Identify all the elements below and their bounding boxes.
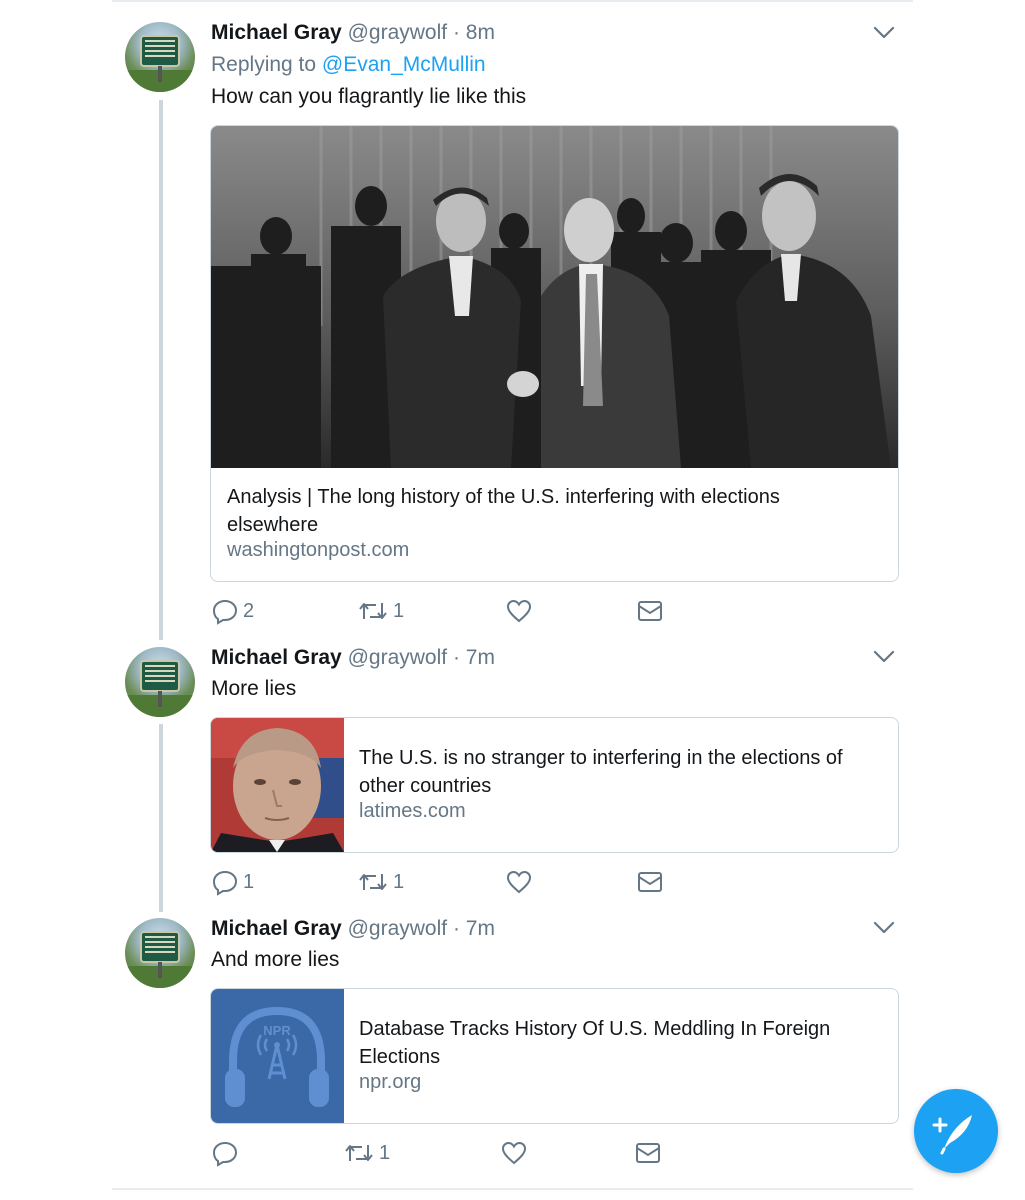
chevron-down-icon[interactable] [872,916,896,940]
username[interactable]: @graywolf [348,646,448,669]
tweet-text: How can you flagrantly lie like this [211,85,527,108]
heart-icon [506,599,532,623]
display-name[interactable]: Michael Gray [211,21,342,44]
tweet-actions: 2 1 [211,596,681,626]
card-title: The U.S. is no stranger to interfering i… [359,747,843,797]
like-button[interactable] [505,596,537,626]
tweet-text: And more lies [211,948,340,971]
timestamp[interactable]: 8m [466,21,495,44]
link-card[interactable]: NPR Database Tracks History Of U.S. Medd… [210,988,899,1124]
retweet-button[interactable]: 1 [357,867,404,897]
like-button[interactable] [505,867,537,897]
heart-icon [506,870,532,894]
chevron-down-icon[interactable] [872,21,896,45]
tweet-actions: 1 1 [211,867,681,897]
reply-button[interactable] [211,1138,243,1168]
dm-button[interactable] [634,1138,662,1168]
avatar[interactable] [125,918,195,988]
tweet-header: Michael Gray @graywolf · 7m [211,646,495,670]
card-title: Analysis | The long history of the U.S. … [227,486,780,536]
card-thumbnail: NPR [211,989,344,1123]
dm-button[interactable] [636,867,664,897]
envelope-icon [638,872,662,892]
reply-button[interactable]: 2 [211,596,254,626]
display-name[interactable]: Michael Gray [211,646,342,669]
retweet-button[interactable]: 1 [343,1138,390,1168]
retweet-icon [359,603,387,619]
retweet-count: 1 [393,599,405,622]
timestamp[interactable]: 7m [466,646,495,669]
tweet-text: More lies [211,677,297,700]
reply-icon [212,870,238,896]
separator-dot: · [452,646,460,669]
chevron-down-icon[interactable] [872,645,896,669]
separator-dot: · [452,21,460,44]
card-domain: washingtonpost.com [227,539,410,561]
reply-count: 2 [243,599,255,622]
avatar[interactable] [125,22,195,92]
card-domain: npr.org [359,1071,422,1093]
like-button[interactable] [500,1138,532,1168]
separator-dot: · [452,917,460,940]
retweet-button[interactable]: 1 [357,596,404,626]
tweet-actions: 1 [211,1138,681,1168]
compose-tweet-button[interactable] [914,1089,998,1173]
tweet-header: Michael Gray @graywolf · 7m [211,917,495,941]
envelope-icon [636,1143,660,1163]
avatar[interactable] [125,647,195,717]
envelope-icon [638,601,662,621]
reply-icon [212,1141,238,1167]
retweet-count: 1 [379,1141,391,1164]
timestamp[interactable]: 7m [466,917,495,940]
display-name[interactable]: Michael Gray [211,917,342,940]
heart-icon [501,1141,527,1165]
npr-logo-text: NPR [263,1023,291,1038]
username[interactable]: @graywolf [348,917,448,940]
dm-button[interactable] [636,596,664,626]
username[interactable]: @graywolf [348,21,448,44]
card-image [211,126,898,468]
link-card[interactable]: Analysis | The long history of the U.S. … [210,125,899,582]
reply-button[interactable]: 1 [211,867,254,897]
replying-to: Replying to @Evan_McMullin [211,53,486,77]
tweet-header: Michael Gray @graywolf · 8m [211,21,495,45]
retweet-count: 1 [393,870,405,893]
link-card[interactable]: The U.S. is no stranger to interfering i… [210,717,899,853]
reply-icon [212,599,238,625]
retweet-icon [345,1145,373,1161]
bottom-divider [112,1188,913,1190]
tweet[interactable]: Michael Gray @graywolf · 7m More lies Th… [0,645,1025,912]
reply-count: 1 [243,870,255,893]
card-domain: latimes.com [359,800,466,822]
tweet[interactable]: Michael Gray @graywolf · 8m Replying to … [0,0,1025,640]
card-title: Database Tracks History Of U.S. Meddling… [359,1018,831,1068]
mention-link[interactable]: @Evan_McMullin [322,53,486,76]
compose-quill-icon [932,1115,972,1155]
replying-to-label: Replying to [211,53,317,76]
retweet-icon [359,874,387,890]
card-thumbnail [211,718,344,852]
tweet[interactable]: Michael Gray @graywolf · 7m And more lie… [0,916,1025,1186]
